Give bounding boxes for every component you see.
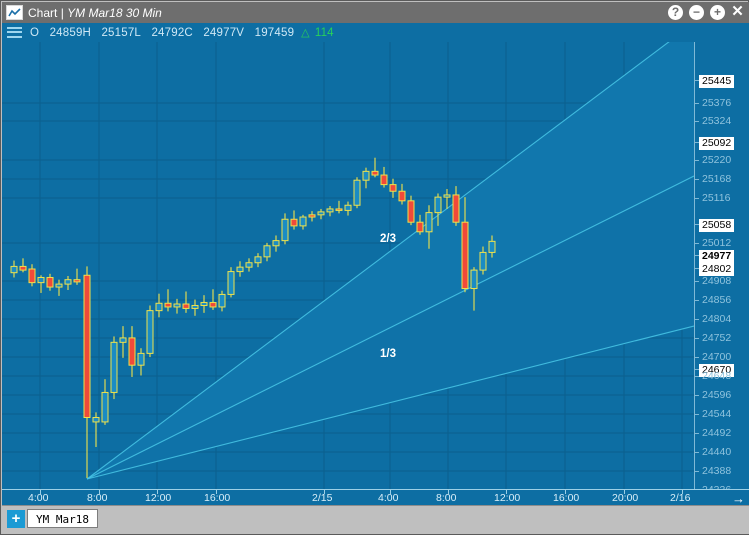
tab-bar: + YM Mar18	[2, 505, 749, 534]
price-tick	[695, 452, 699, 453]
close-button[interactable]: ✕	[731, 4, 744, 20]
ohlc-values: O 24859H 25157L 24792C 24977V 197459 △ 114	[30, 26, 334, 39]
price-label: 24804	[702, 313, 732, 325]
price-tick	[695, 376, 699, 377]
price-label-highlight: 25092	[699, 137, 735, 150]
volume-label: 24977V	[203, 26, 245, 39]
price-tick	[695, 281, 699, 282]
minimize-button[interactable]: −	[689, 5, 704, 20]
low-value: 25157L	[101, 26, 142, 39]
price-tick	[695, 243, 699, 244]
price-label-highlight: 25445	[699, 75, 735, 88]
price-label: 24596	[702, 389, 732, 401]
time-label: 16:00	[204, 492, 231, 504]
chart-window: Chart | YM Mar18 30 Min ? − + ✕ O 24859H…	[0, 0, 749, 535]
delta-value: 114	[314, 26, 334, 39]
chart-area[interactable]: 2/3 1/3 25445 25376 25324 25092 25220 25168 25…	[2, 42, 749, 505]
time-label: 16:00	[553, 492, 580, 504]
price-label-highlight: 24977	[699, 250, 735, 263]
maximize-button[interactable]: +	[710, 5, 725, 20]
time-axis[interactable]: → 4:00 8:00 12:00 16:00 2/15 4:00 8:00 12:00 16:…	[2, 489, 749, 505]
price-tick	[695, 414, 699, 415]
close-value: 24792C	[151, 26, 193, 39]
price-label: 24388	[702, 465, 732, 477]
tab-ym-mar18[interactable]: YM Mar18	[27, 509, 98, 528]
price-tick	[695, 433, 699, 434]
ohlc-info-bar: O 24859H 25157L 24792C 24977V 197459 △ 114	[2, 23, 749, 42]
time-label: 8:00	[436, 492, 457, 504]
price-label: 24700	[702, 351, 732, 363]
open-value: O	[30, 26, 40, 39]
time-label: 2/15	[312, 492, 333, 504]
time-label: 2/16	[670, 492, 691, 504]
fan-label-two-thirds: 2/3	[380, 233, 396, 245]
price-tick	[695, 338, 699, 339]
price-axis[interactable]: 25445 25376 25324 25092 25220 25168 25116 25058…	[694, 42, 749, 489]
time-label: 20:00	[612, 492, 639, 504]
time-label: 8:00	[87, 492, 108, 504]
chart-line-icon	[6, 5, 23, 20]
window-controls: ? − + ✕	[668, 4, 744, 20]
price-label: 24492	[702, 427, 732, 439]
price-label: 24908	[702, 275, 732, 287]
title-bar: Chart | YM Mar18 30 Min ? − + ✕	[2, 2, 749, 23]
price-label: 24648	[702, 370, 732, 382]
price-label: 24752	[702, 332, 732, 344]
scroll-right-arrow[interactable]: →	[732, 491, 745, 505]
chart-plot[interactable]: 2/3 1/3	[2, 42, 694, 489]
help-button[interactable]: ?	[668, 5, 683, 20]
volume-value: 197459	[254, 26, 295, 39]
price-tick	[695, 179, 699, 180]
candlestick-plot[interactable]	[2, 42, 694, 489]
high-value: 24859H	[49, 26, 92, 39]
price-label: 24440	[702, 446, 732, 458]
title-separator: |	[60, 5, 64, 20]
price-label: 25376	[702, 97, 732, 109]
price-tick	[695, 103, 699, 104]
price-label: 24544	[702, 408, 732, 420]
price-tick	[695, 395, 699, 396]
fan-label-one-third: 1/3	[380, 348, 396, 360]
price-label-highlight: 25058	[699, 219, 735, 232]
time-label: 4:00	[28, 492, 49, 504]
add-tab-button[interactable]: +	[7, 510, 25, 528]
price-label: 25324	[702, 115, 732, 127]
price-label: 24856	[702, 294, 732, 306]
title-instrument: YM Mar18 30 Min	[67, 5, 162, 20]
price-tick	[695, 319, 699, 320]
price-tick	[695, 198, 699, 199]
price-tick	[695, 300, 699, 301]
time-label: 12:00	[145, 492, 172, 504]
price-tick	[695, 160, 699, 161]
price-tick	[695, 121, 699, 122]
price-tick	[695, 471, 699, 472]
price-label: 25168	[702, 173, 732, 185]
delta-triangle-icon: △	[301, 26, 310, 39]
price-label: 25220	[702, 154, 732, 166]
time-label: 12:00	[494, 492, 521, 504]
price-label: 25116	[702, 192, 731, 204]
time-label: 4:00	[378, 492, 399, 504]
title-app: Chart	[28, 5, 58, 20]
hamburger-icon[interactable]	[7, 26, 22, 38]
price-label: 25012	[702, 237, 732, 249]
window-title: Chart | YM Mar18 30 Min	[28, 6, 162, 20]
price-tick	[695, 357, 699, 358]
